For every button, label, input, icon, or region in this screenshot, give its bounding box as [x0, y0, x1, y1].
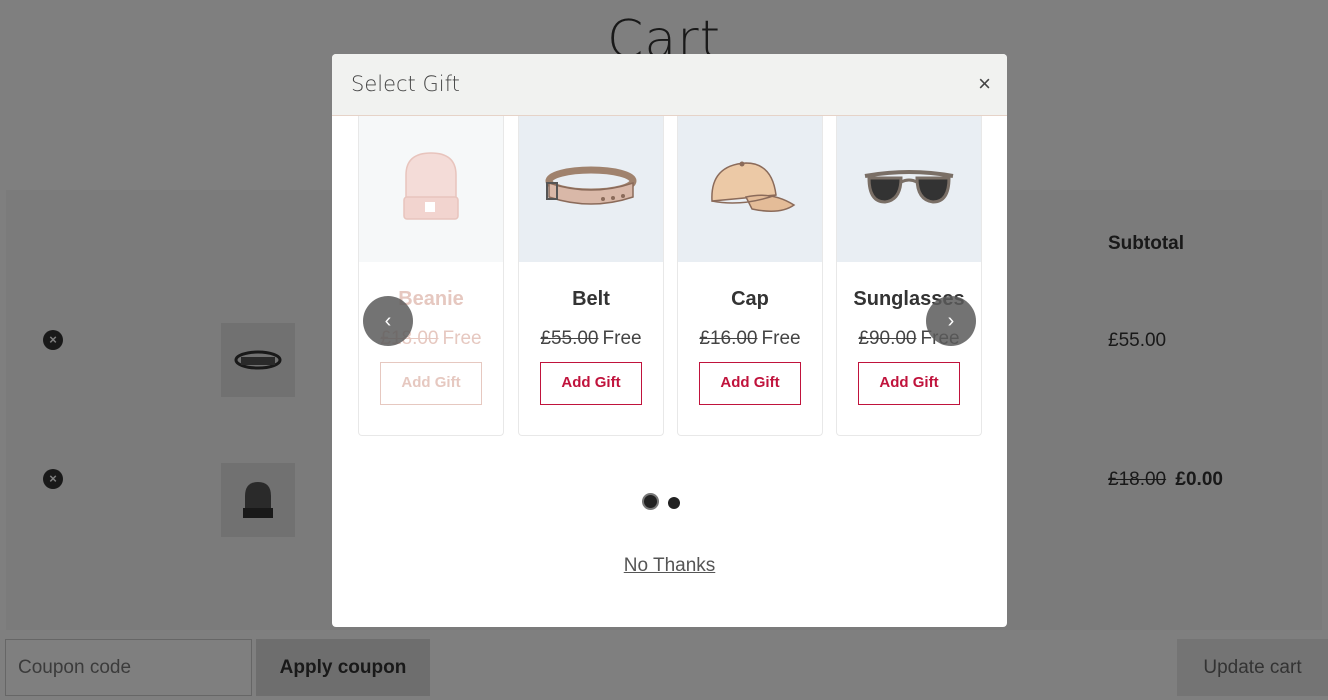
gift-card-beanie: Beanie £18.00 Free Add Gift	[358, 116, 504, 436]
gift-price: £55.00 Free	[519, 328, 663, 350]
modal-header: Select Gift ×	[332, 54, 1007, 116]
add-gift-button[interactable]: Add Gift	[380, 362, 482, 405]
gift-new-price: Free	[602, 328, 642, 349]
gift-image	[678, 116, 822, 262]
gift-card-cap: Cap £16.00 Free Add Gift	[677, 116, 823, 436]
gift-name: Belt	[572, 288, 610, 310]
gift-new-price: Free	[442, 328, 482, 349]
gift-image	[519, 116, 663, 262]
sunglasses-icon	[864, 170, 954, 204]
gift-old-price: £55.00	[540, 328, 599, 349]
add-gift-button[interactable]: Add Gift	[858, 362, 960, 405]
cap-icon	[711, 161, 796, 212]
pagination-dot-2[interactable]	[668, 497, 680, 509]
add-gift-button[interactable]: Add Gift	[699, 362, 801, 405]
gift-old-price: £90.00	[858, 328, 917, 349]
carousel-prev-arrow[interactable]: ‹	[363, 296, 413, 346]
gift-price: £16.00 Free	[678, 328, 822, 350]
carousel-next-arrow[interactable]: ›	[926, 296, 976, 346]
modal-title: Select Gift	[351, 72, 460, 96]
pagination-dot-1[interactable]	[642, 493, 659, 510]
belt-icon	[545, 166, 637, 205]
gift-image	[359, 116, 503, 262]
beanie-icon	[403, 152, 459, 220]
gift-image	[837, 116, 981, 262]
gift-new-price: Free	[761, 328, 801, 349]
gift-old-price: £16.00	[699, 328, 758, 349]
gift-carousel: Beanie £18.00 Free Add Gift Belt £55.00 Fr…	[358, 116, 982, 436]
gift-name: Cap	[731, 288, 769, 310]
gift-card-sunglasses: Sunglasses £90.00Free Add Gift	[836, 116, 982, 436]
close-icon[interactable]: ×	[978, 72, 991, 96]
select-gift-modal: Select Gift × Beanie £18.00 Free Add Gift	[332, 54, 1007, 627]
gift-card-belt: Belt £55.00 Free Add Gift	[518, 116, 664, 436]
no-thanks-link[interactable]: No Thanks	[332, 555, 1007, 577]
add-gift-button[interactable]: Add Gift	[540, 362, 642, 405]
